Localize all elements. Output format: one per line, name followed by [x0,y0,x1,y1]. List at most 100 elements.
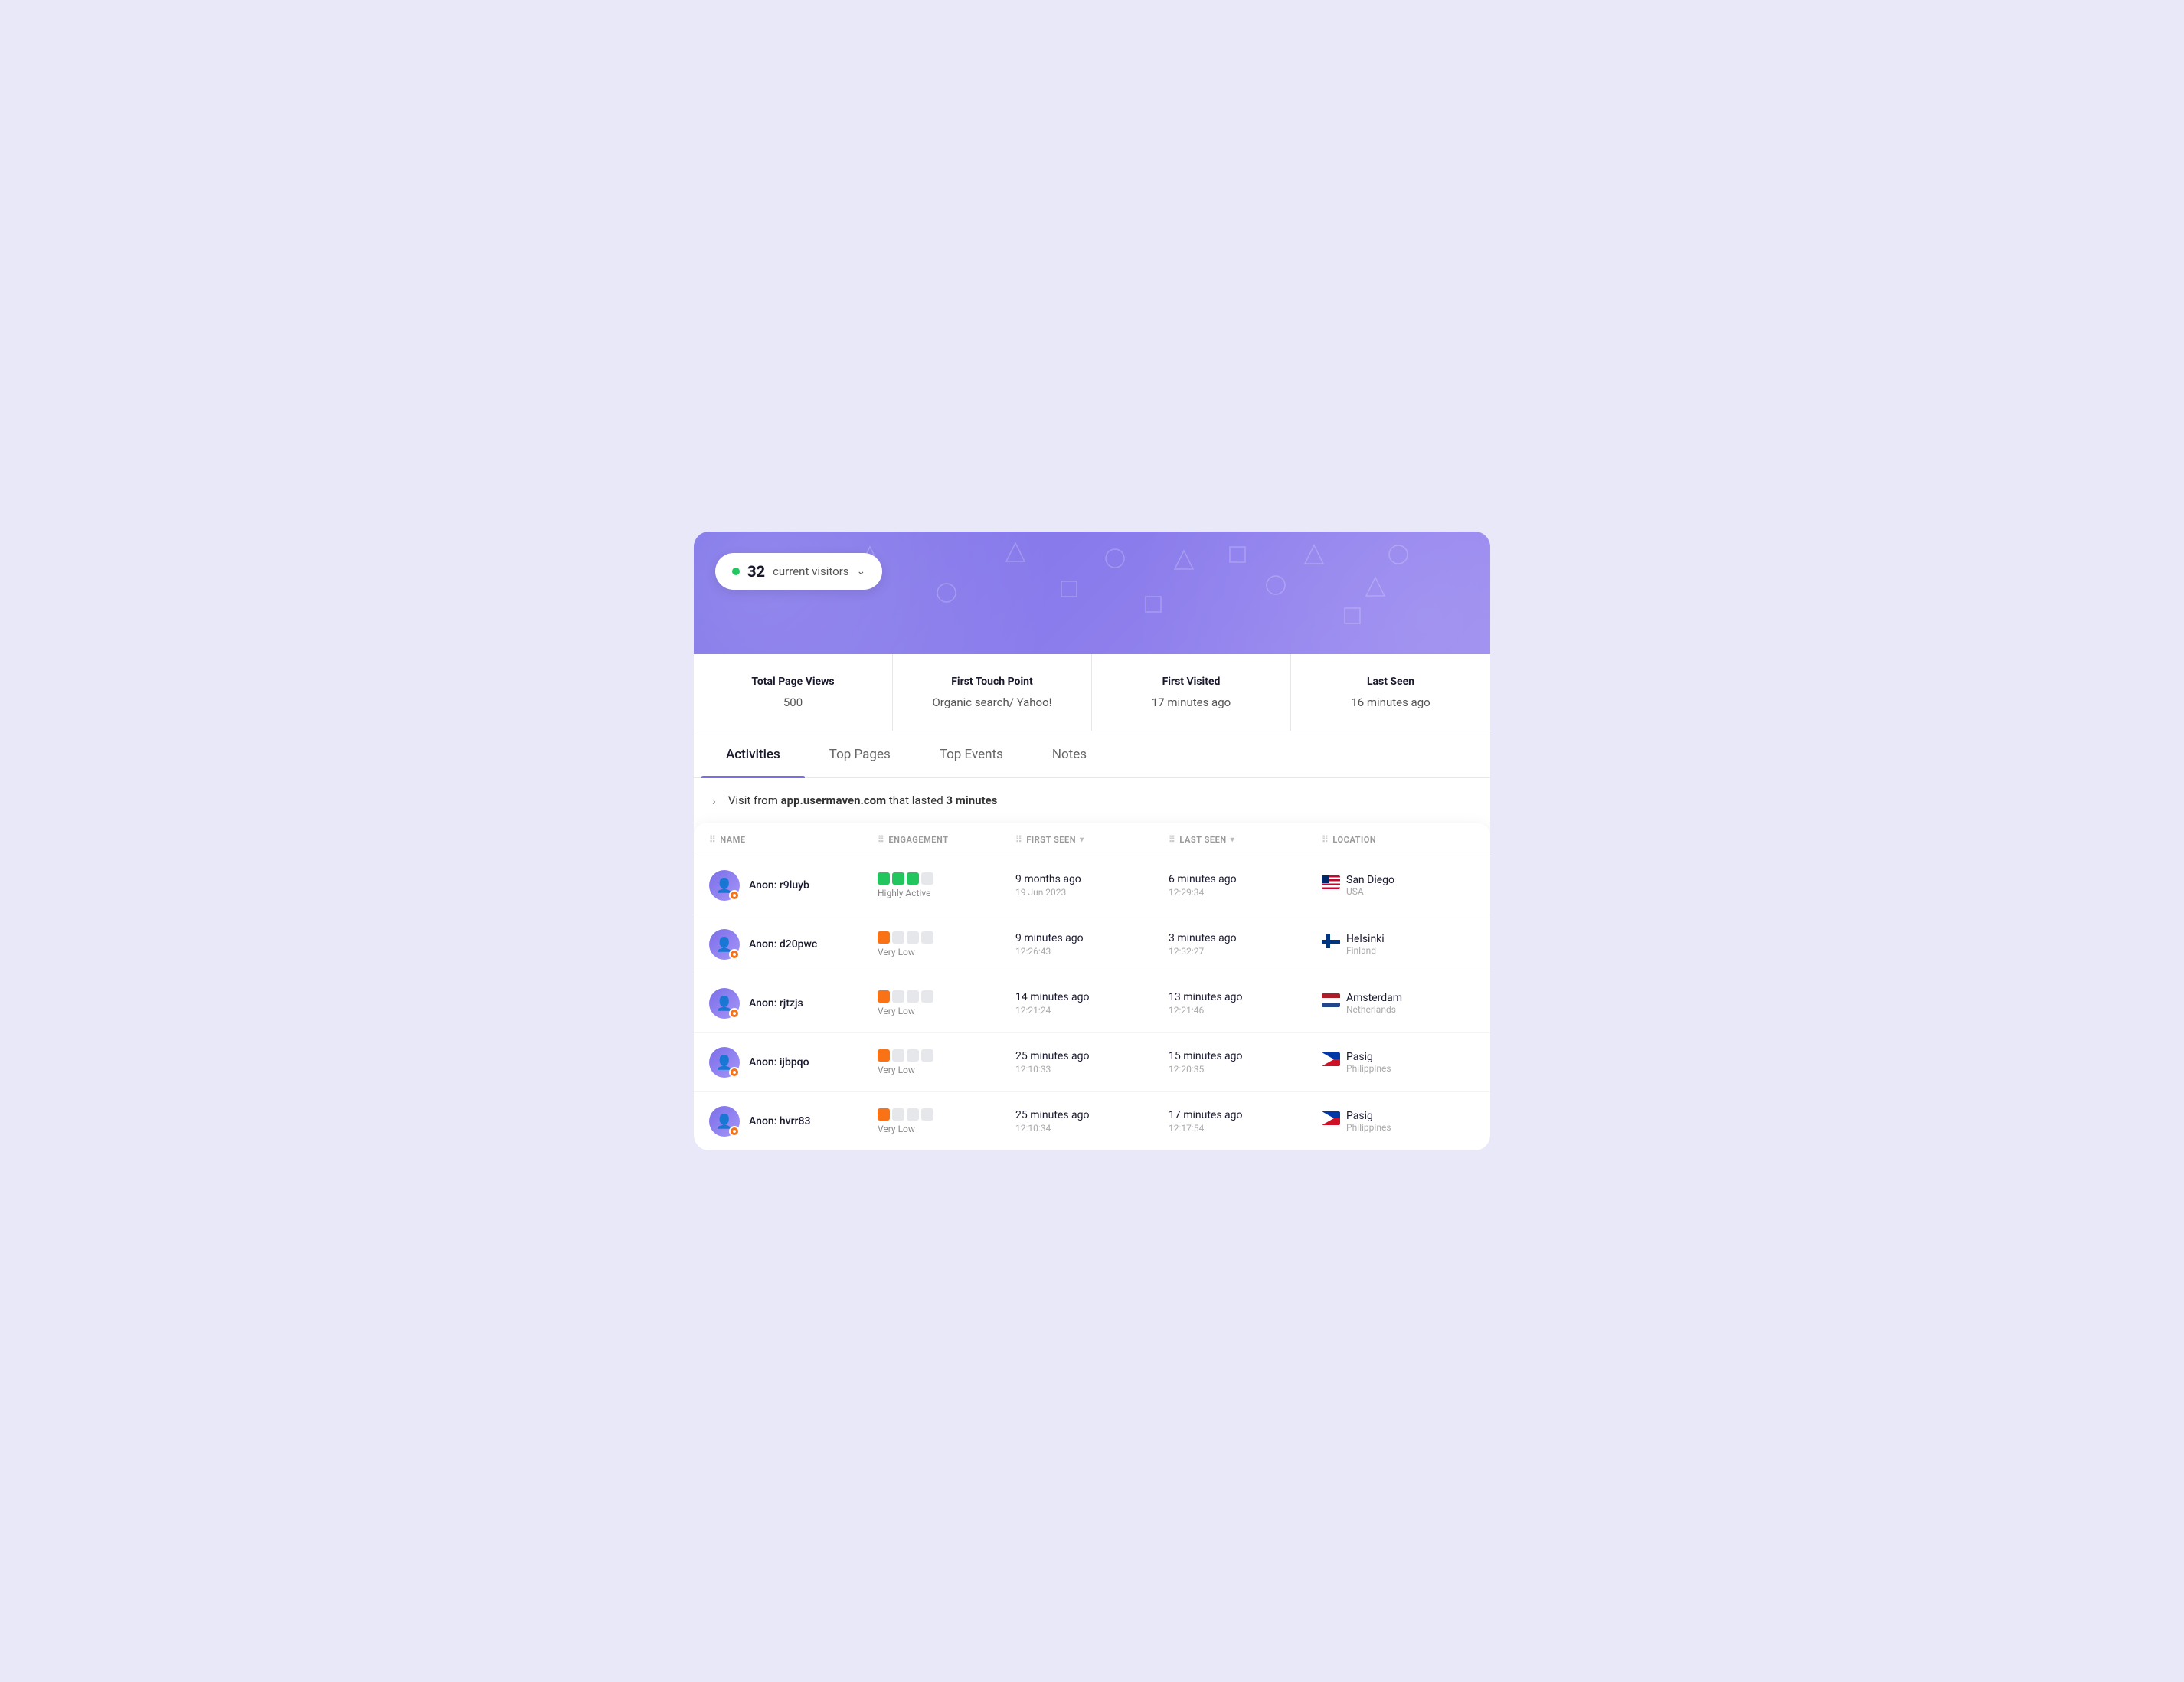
first-seen-relative: 25 minutes ago [1015,1050,1169,1062]
last-seen-time: 12:21:46 [1169,1005,1322,1016]
avatar-badge [729,1126,740,1137]
avatar-badge [729,1008,740,1019]
location-country: Philippines [1346,1122,1391,1133]
activity-item[interactable]: › Visit from app.usermaven.com that last… [694,778,1490,824]
chevron-down-icon[interactable]: ⌄ [857,565,866,578]
header-background: 32 current visitors ⌄ [694,532,1490,654]
avatar: 👤 [709,988,740,1019]
header-decorations [694,532,1490,654]
last-seen-time: 12:20:35 [1169,1064,1322,1075]
tab-top-events[interactable]: Top Events [915,731,1028,777]
flag-icon [1322,934,1340,948]
location-city: Amsterdam [1346,992,1402,1004]
first-seen-cell: 9 months ago 19 Jun 2023 [1015,873,1169,898]
stat-label-page-views: Total Page Views [712,676,874,688]
eng-bar-2 [892,990,904,1003]
stat-value-first-visited: 17 minutes ago [1110,695,1272,709]
engagement-bars [878,1049,1015,1062]
stat-label-first-touch: First Touch Point [911,676,1073,688]
eng-bar-4 [921,1108,933,1121]
last-seen-time: 12:17:54 [1169,1123,1322,1134]
table-row[interactable]: 👤 Anon: hvrr83 Very Low 25 minutes [694,1092,1490,1150]
main-content: Total Page Views 500 First Touch Point O… [694,654,1490,1151]
user-cell: 👤 Anon: r9luyb [709,870,878,901]
eng-bar-1 [878,872,890,885]
last-seen-relative: 3 minutes ago [1169,932,1322,944]
location-cell: Pasig Philippines [1322,1051,1475,1074]
stat-first-touch-point: First Touch Point Organic search/ Yahoo! [893,654,1092,731]
engagement-bars [878,990,1015,1003]
engagement-bars [878,931,1015,944]
first-seen-date: 19 Jun 2023 [1015,887,1169,898]
th-engagement: ⠿ ENGAGEMENT [878,834,1015,845]
stat-first-visited: First Visited 17 minutes ago [1092,654,1291,731]
location-country: Finland [1346,945,1385,956]
eng-bar-2 [892,931,904,944]
th-location: ⠿ LOCATION [1322,834,1475,845]
eng-bar-3 [907,1108,919,1121]
stat-last-seen: Last Seen 16 minutes ago [1291,654,1490,731]
activity-domain: app.usermaven.com [781,794,887,807]
last-seen-relative: 17 minutes ago [1169,1109,1322,1121]
first-seen-date: 12:26:43 [1015,946,1169,957]
engagement-bars [878,1108,1015,1121]
visitor-count: 32 [747,562,765,581]
location-city: Helsinki [1346,933,1385,945]
avatar-badge [729,949,740,960]
th-icon-name: ⠿ [709,834,716,845]
first-seen-relative: 25 minutes ago [1015,1109,1169,1121]
eng-bar-2 [892,872,904,885]
tab-activities[interactable]: Activities [701,731,805,777]
avatar: 👤 [709,1047,740,1078]
flag-icon [1322,1052,1340,1066]
th-first-seen[interactable]: ⠿ FIRST SEEN ▾ [1015,834,1169,845]
avatar: 👤 [709,929,740,960]
last-seen-relative: 13 minutes ago [1169,991,1322,1003]
table-row[interactable]: 👤 Anon: ijbpqo Very Low 25 minutes [694,1033,1490,1092]
engagement-cell: Very Low [878,990,1015,1016]
engagement-label: Very Low [878,1124,1015,1134]
location-cell: San Diego USA [1322,874,1475,897]
avatar-badge [729,890,740,901]
tabs-row: Activities Top Pages Top Events Notes [694,731,1490,778]
user-cell: 👤 Anon: d20pwc [709,929,878,960]
first-seen-date: 12:10:33 [1015,1064,1169,1075]
location-text: San Diego USA [1346,874,1394,897]
engagement-cell: Very Low [878,1108,1015,1134]
user-name: Anon: d20pwc [749,938,817,951]
th-icon-last-seen: ⠿ [1169,834,1175,845]
th-icon-location: ⠿ [1322,834,1329,845]
th-last-seen[interactable]: ⠿ LAST SEEN ▾ [1169,834,1322,845]
eng-bar-1 [878,1108,890,1121]
table-row[interactable]: 👤 Anon: d20pwc Very Low 9 minutes a [694,915,1490,974]
user-name: Anon: rjtzjs [749,997,803,1010]
user-name: Anon: ijbpqo [749,1056,809,1068]
stat-value-last-seen: 16 minutes ago [1309,695,1472,709]
last-seen-time: 12:32:27 [1169,946,1322,957]
th-icon-engagement: ⠿ [878,834,884,845]
last-seen-cell: 13 minutes ago 12:21:46 [1169,991,1322,1016]
last-seen-cell: 15 minutes ago 12:20:35 [1169,1050,1322,1075]
th-name: ⠿ NAME [709,834,878,845]
first-seen-cell: 14 minutes ago 12:21:24 [1015,991,1169,1016]
last-seen-relative: 6 minutes ago [1169,873,1322,885]
activity-duration: 3 minutes [946,794,997,807]
visitors-table: ⠿ NAME ⠿ ENGAGEMENT ⠿ FIRST SEEN ▾ ⠿ LAS… [694,823,1490,1150]
engagement-label: Very Low [878,1065,1015,1075]
eng-bar-3 [907,990,919,1003]
tab-top-pages[interactable]: Top Pages [805,731,915,777]
expand-icon[interactable]: › [712,794,716,808]
table-row[interactable]: 👤 Anon: r9luyb Highly Active 9 mont [694,856,1490,915]
last-seen-relative: 15 minutes ago [1169,1050,1322,1062]
visitors-pill[interactable]: 32 current visitors ⌄ [715,553,882,590]
first-seen-date: 12:21:24 [1015,1005,1169,1016]
tab-notes[interactable]: Notes [1028,731,1111,777]
first-seen-relative: 9 minutes ago [1015,932,1169,944]
location-text: Amsterdam Netherlands [1346,992,1402,1015]
first-seen-cell: 9 minutes ago 12:26:43 [1015,932,1169,957]
location-cell: Amsterdam Netherlands [1322,992,1475,1015]
avatar: 👤 [709,1106,740,1137]
stat-value-page-views: 500 [712,695,874,709]
table-row[interactable]: 👤 Anon: rjtzjs Very Low 14 minutes [694,974,1490,1033]
engagement-label: Very Low [878,947,1015,957]
